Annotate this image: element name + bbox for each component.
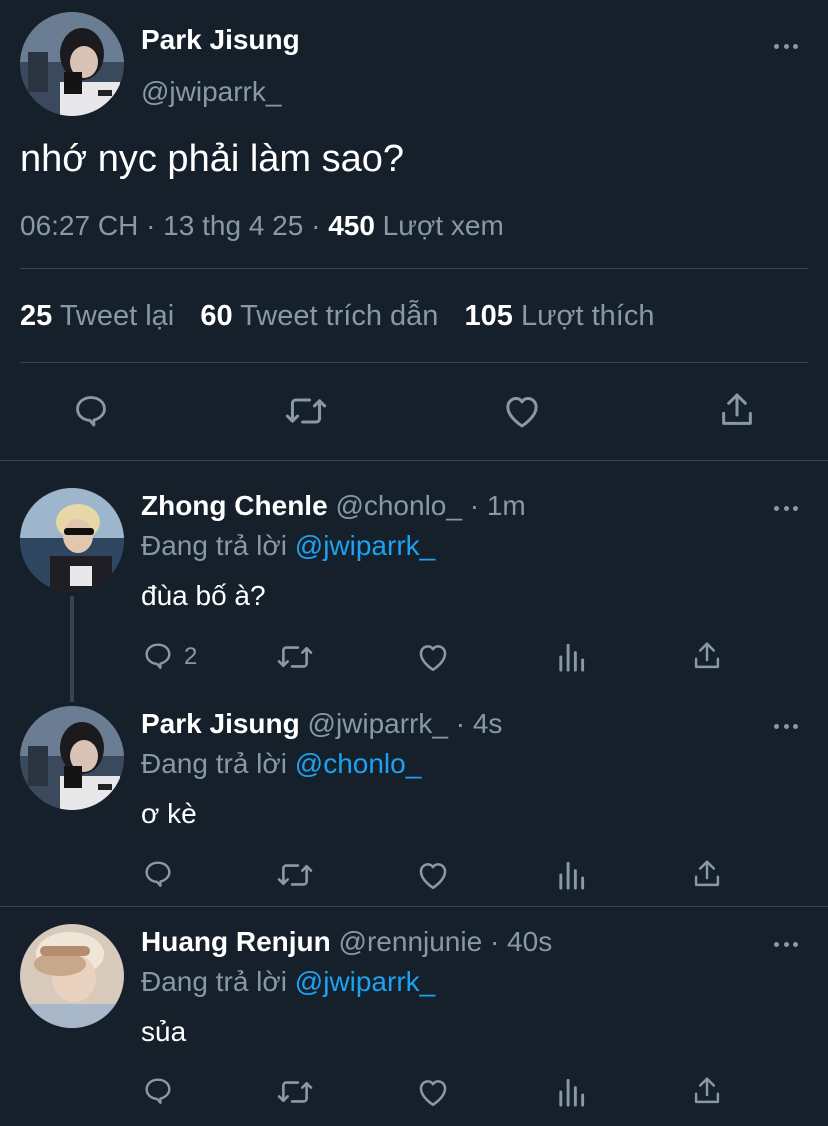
- reply-avatar[interactable]: [20, 924, 124, 1028]
- quotes-count: 60: [200, 300, 233, 332]
- heart-icon: [419, 1080, 447, 1107]
- retweet-arrows-icon: [277, 864, 313, 886]
- heart-icon: [506, 397, 538, 428]
- analytics-button[interactable]: [556, 641, 586, 673]
- bar-chart-icon: [559, 1078, 585, 1107]
- reply-avatar[interactable]: [20, 706, 124, 810]
- bar-chart-icon: [559, 861, 585, 890]
- more-dots-icon[interactable]: [774, 504, 798, 512]
- replying-to-line: Đang trả lời @jwiparrk_: [141, 530, 435, 562]
- reply-header: Zhong Chenle @chonlo_ · 1m: [141, 490, 526, 522]
- retweets-stat[interactable]: 25 Tweet lại: [20, 300, 174, 332]
- divider: [20, 268, 808, 269]
- reply-display-name[interactable]: Huang Renjun: [141, 926, 331, 957]
- retweet-arrows-icon: [277, 646, 313, 668]
- speech-bubble-icon: [76, 396, 106, 427]
- speech-bubble-icon: [145, 643, 171, 669]
- reply-display-name[interactable]: Park Jisung: [141, 708, 300, 739]
- retweet-arrows-icon: [277, 1081, 313, 1103]
- main-tweet-time[interactable]: 06:27 CH · 13 thg 4 25 ·: [20, 210, 328, 241]
- bar-chart-icon: [559, 643, 585, 672]
- retweet-button[interactable]: [276, 859, 314, 891]
- reply-header: Park Jisung @jwiparrk_ · 4s: [141, 708, 502, 740]
- heart-icon: [419, 645, 447, 672]
- divider: [20, 362, 808, 363]
- quotes-label: Tweet trích dẫn: [240, 300, 439, 332]
- main-tweet-handle[interactable]: @jwiparrk_: [141, 76, 281, 108]
- share-upload-icon: [694, 1077, 720, 1104]
- reply-button[interactable]: [72, 392, 110, 430]
- replying-to-mention[interactable]: @chonlo_: [295, 748, 422, 779]
- reply-avatar[interactable]: [20, 488, 124, 592]
- main-tweet-stats: 25 Tweet lại 60 Tweet trích dẫn 105 Lượt…: [20, 300, 654, 333]
- replying-to-line: Đang trả lời @jwiparrk_: [141, 966, 435, 998]
- share-button[interactable]: [692, 639, 722, 673]
- reply-text: sủa: [141, 1016, 187, 1047]
- replying-to-mention[interactable]: @jwiparrk_: [295, 530, 435, 561]
- reply-button[interactable]: [142, 1075, 174, 1107]
- analytics-button[interactable]: [556, 859, 586, 891]
- divider: [0, 460, 828, 461]
- retweet-button[interactable]: [276, 1076, 314, 1108]
- replying-to-mention[interactable]: @jwiparrk_: [295, 966, 435, 997]
- share-upload-icon: [722, 393, 752, 425]
- main-tweet-avatar[interactable]: [20, 12, 124, 116]
- replying-to-line: Đang trả lời @chonlo_: [141, 748, 421, 780]
- speech-bubble-icon: [145, 1078, 171, 1104]
- main-tweet-views-label: Lượt xem: [374, 210, 504, 241]
- divider: [0, 906, 828, 907]
- share-upload-icon: [694, 642, 720, 669]
- retweet-button[interactable]: [284, 392, 328, 430]
- reply-button[interactable]: [142, 858, 174, 890]
- replying-prefix: Đang trả lời: [141, 966, 295, 997]
- quotes-stat[interactable]: 60 Tweet trích dẫn: [200, 300, 438, 332]
- heart-icon: [419, 863, 447, 890]
- retweet-arrows-icon: [285, 398, 327, 424]
- speech-bubble-icon: [145, 861, 171, 887]
- likes-count: 105: [464, 300, 513, 332]
- likes-label: Lượt thích: [520, 300, 655, 332]
- reply-display-name[interactable]: Zhong Chenle: [141, 490, 328, 521]
- more-dots-icon[interactable]: [774, 722, 798, 730]
- reply-text: ơ kè: [141, 798, 197, 829]
- more-dots-icon[interactable]: [774, 42, 798, 50]
- main-tweet-meta: 06:27 CH · 13 thg 4 25 · 450 Lượt xem: [20, 210, 504, 242]
- reply-handle-time[interactable]: @jwiparrk_ · 4s: [308, 708, 503, 739]
- analytics-button[interactable]: [556, 1076, 586, 1108]
- main-tweet-views-count: 450: [328, 210, 375, 241]
- share-upload-icon: [694, 860, 720, 887]
- reply-handle-time[interactable]: @chonlo_ · 1m: [335, 490, 525, 521]
- reply-thread-line: [70, 596, 74, 702]
- like-button[interactable]: [416, 1076, 450, 1108]
- replying-prefix: Đang trả lời: [141, 748, 295, 779]
- main-tweet-display-name[interactable]: Park Jisung: [141, 24, 300, 56]
- replying-prefix: Đang trả lời: [141, 530, 295, 561]
- reply-count: 2: [184, 643, 198, 670]
- reply-button[interactable]: [142, 640, 174, 672]
- share-button[interactable]: [692, 1074, 722, 1108]
- likes-stat[interactable]: 105 Lượt thích: [464, 300, 654, 332]
- retweets-count: 25: [20, 300, 53, 332]
- retweets-label: Tweet lại: [59, 300, 175, 332]
- reply-handle-time[interactable]: @rennjunie · 40s: [339, 926, 553, 957]
- reply-header: Huang Renjun @rennjunie · 40s: [141, 926, 552, 958]
- like-button[interactable]: [502, 392, 542, 430]
- like-button[interactable]: [416, 859, 450, 891]
- more-dots-icon[interactable]: [774, 940, 798, 948]
- main-tweet-text: nhớ nyc phải làm sao?: [20, 138, 405, 180]
- retweet-button[interactable]: [276, 641, 314, 673]
- like-button[interactable]: [416, 641, 450, 673]
- share-button[interactable]: [692, 857, 722, 891]
- share-button[interactable]: [718, 390, 756, 430]
- reply-text: đùa bố à?: [141, 580, 266, 611]
